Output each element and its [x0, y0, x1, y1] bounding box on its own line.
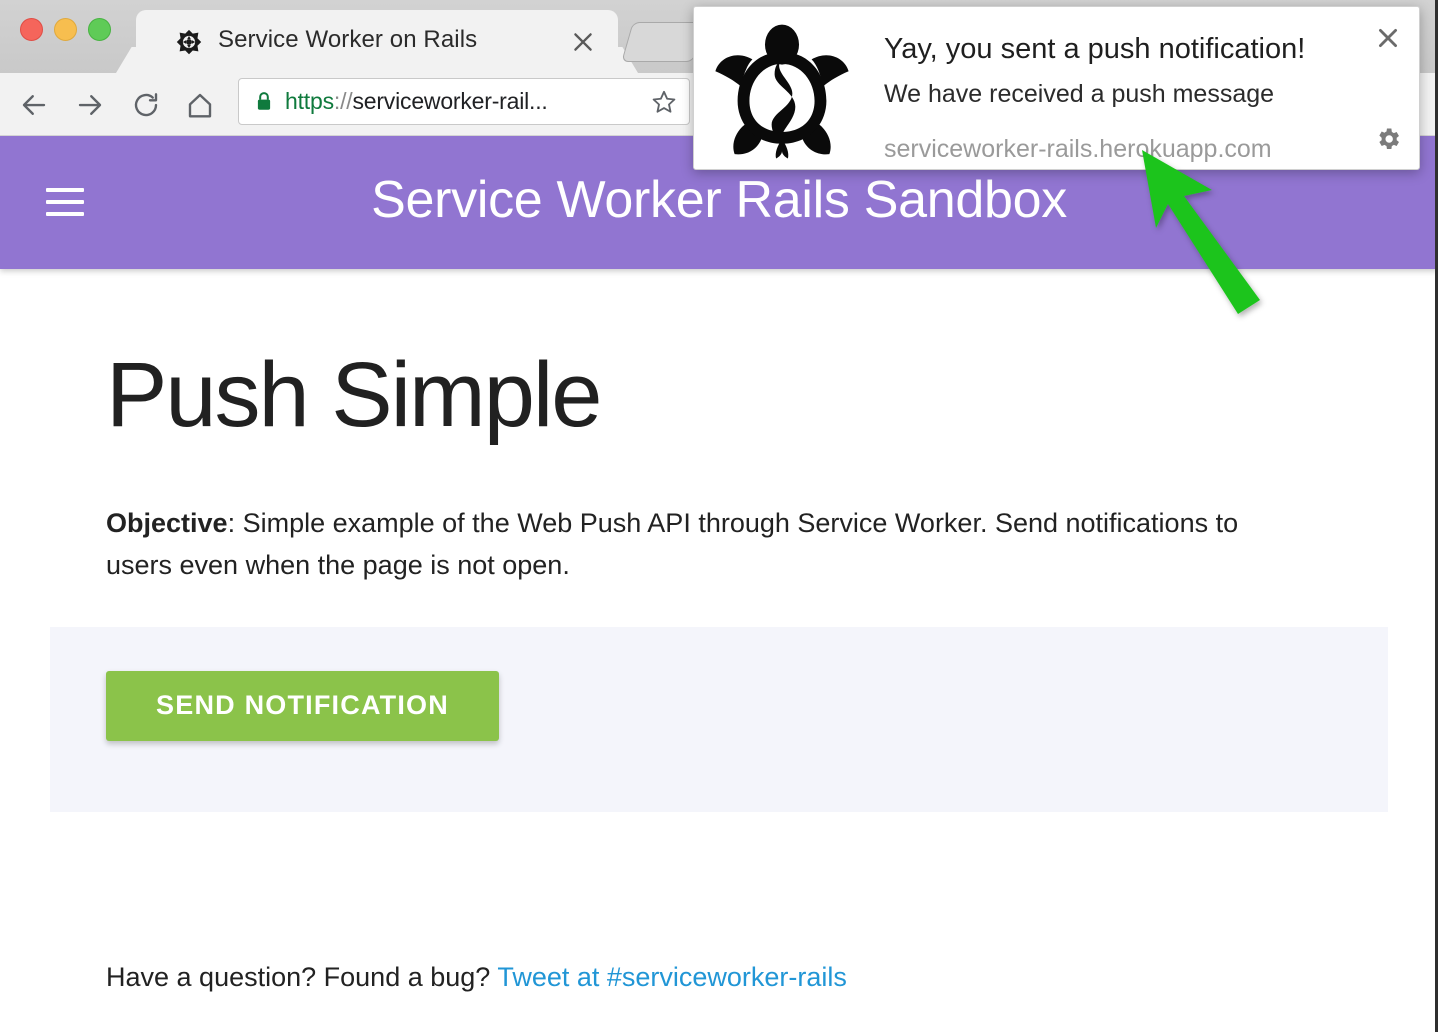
push-notification-toast[interactable]: Yay, you sent a push notification! We ha… — [693, 6, 1420, 170]
reload-icon — [134, 93, 158, 117]
turtle-favicon-icon — [174, 27, 204, 57]
back-arrow-icon — [22, 95, 46, 115]
browser-tab[interactable]: Service Worker on Rails — [136, 10, 618, 73]
back-button[interactable] — [12, 83, 56, 127]
lock-icon — [255, 91, 273, 112]
objective-separator: : — [227, 508, 243, 538]
objective-paragraph: Objective: Simple example of the Web Pus… — [106, 503, 1271, 587]
footer-text: Have a question? Found a bug? — [106, 961, 498, 992]
page-content: Push Simple Objective: Simple example of… — [0, 349, 1438, 993]
home-button[interactable] — [178, 83, 222, 127]
url-host: serviceworker-rail... — [352, 88, 548, 114]
forward-arrow-icon — [78, 95, 102, 115]
web-page: Service Worker Rails Sandbox Push Simple… — [0, 136, 1438, 1032]
url-scheme: https — [285, 88, 334, 114]
screenshot-root: Service Worker on Rails https://servicew… — [0, 0, 1438, 1032]
new-tab-button[interactable] — [621, 22, 705, 62]
notification-body: We have received a push message — [884, 80, 1275, 108]
page-title: Push Simple — [106, 344, 602, 446]
gear-icon[interactable] — [1374, 125, 1402, 153]
objective-text: Simple example of the Web Push API throu… — [106, 508, 1239, 580]
bookmark-star-icon[interactable] — [651, 89, 677, 115]
demo-panel: SEND NOTIFICATION — [50, 626, 1388, 812]
address-bar-url: https://serviceworker-rail... — [285, 88, 643, 115]
app-title: Service Worker Rails Sandbox — [371, 171, 1067, 229]
address-bar[interactable]: https://serviceworker-rail... — [238, 78, 690, 125]
home-icon — [188, 93, 212, 118]
url-separator: :// — [333, 88, 353, 114]
close-icon[interactable] — [1375, 25, 1401, 51]
tweet-link[interactable]: Tweet at #serviceworker-rails — [497, 962, 847, 992]
window-zoom-button[interactable] — [88, 18, 111, 41]
window-traffic-lights — [20, 18, 111, 41]
reload-button[interactable] — [124, 83, 168, 127]
objective-label: Objective — [106, 508, 228, 538]
send-notification-button[interactable]: SEND NOTIFICATION — [106, 670, 499, 741]
tab-title: Service Worker on Rails — [218, 26, 478, 53]
turtle-icon — [708, 15, 856, 163]
tab-close-icon[interactable] — [570, 29, 596, 55]
notification-title: Yay, you sent a push notification! — [884, 33, 1306, 65]
footer-question-line: Have a question? Found a bug? Tweet at #… — [106, 962, 1388, 993]
window-minimize-button[interactable] — [54, 18, 77, 41]
forward-button[interactable] — [68, 83, 112, 127]
notification-origin: serviceworker-rails.herokuapp.com — [884, 135, 1272, 163]
window-close-button[interactable] — [20, 18, 43, 41]
